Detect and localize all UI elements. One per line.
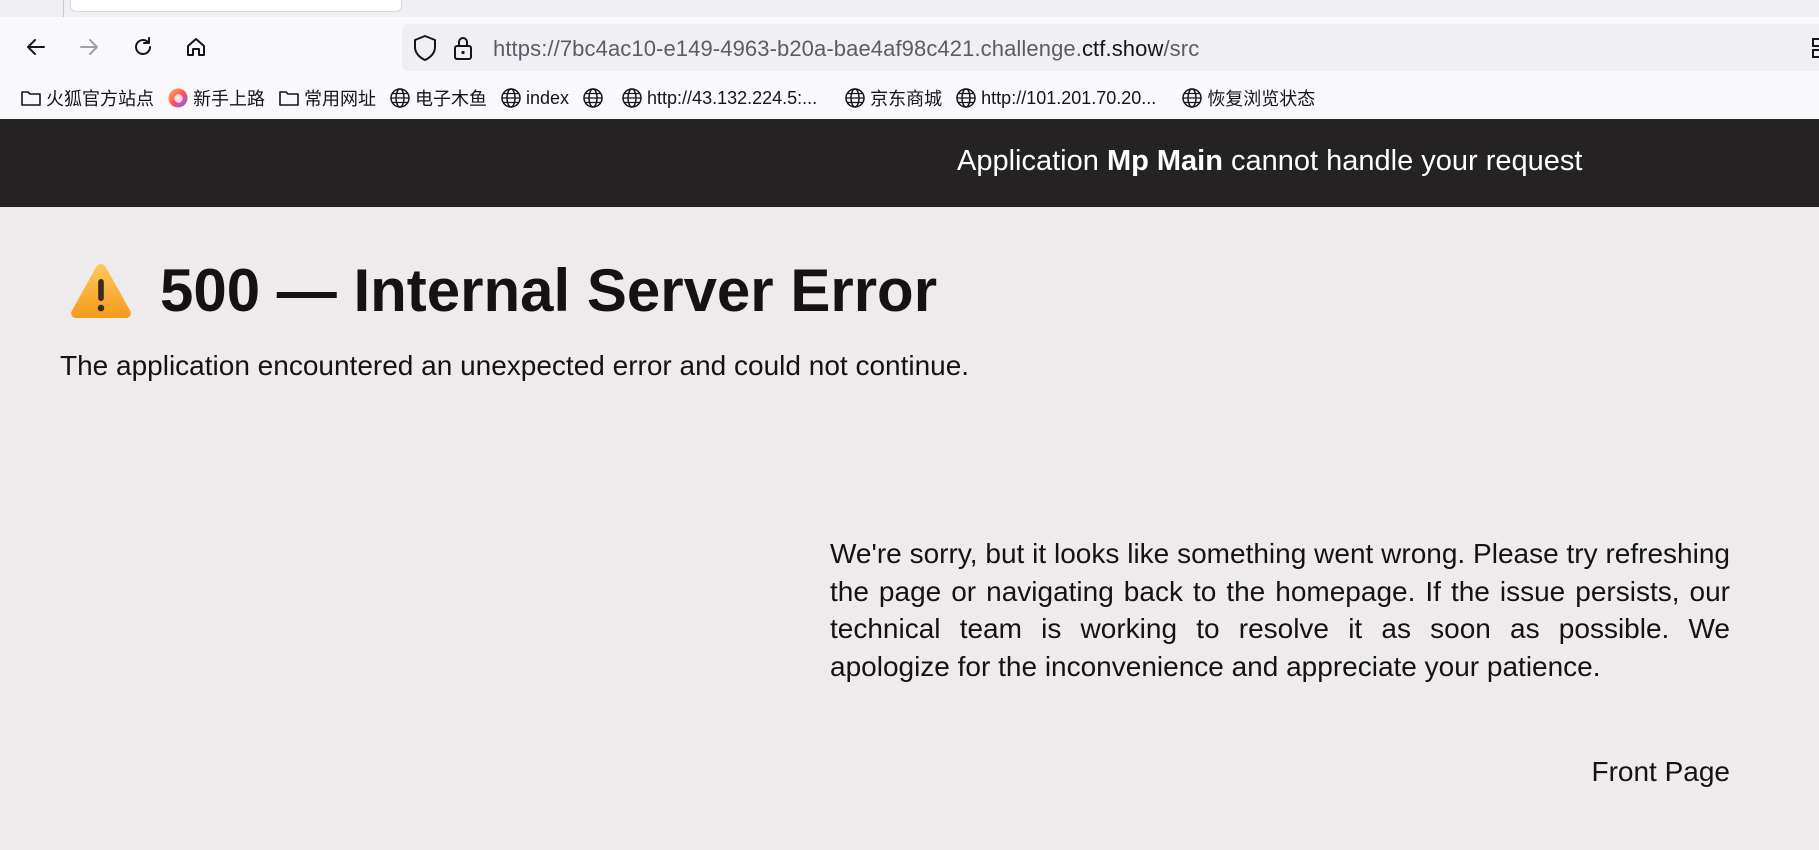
url-prefix: https://7bc4ac10-e149-4963-b20a-bae4af98… <box>493 36 1082 61</box>
bookmark-label: http://43.132.224.5:... <box>647 87 818 108</box>
active-tab-edge[interactable] <box>70 0 402 12</box>
url-text[interactable]: https://7bc4ac10-e149-4963-b20a-bae4af98… <box>493 36 1199 62</box>
reload-button[interactable] <box>125 29 161 65</box>
error-heading: 500 — Internal Server Error <box>68 250 937 330</box>
bookmark-label: 电子木鱼 <box>415 89 487 109</box>
url-domain: ctf.show <box>1081 36 1164 61</box>
globe-icon <box>582 87 604 109</box>
home-button[interactable] <box>178 29 214 65</box>
back-arrow-icon <box>27 39 45 55</box>
bookmark-item[interactable]: 常用网址 <box>276 83 381 113</box>
bookmark-label: 常用网址 <box>304 89 376 109</box>
tracking-protection-shield-icon[interactable] <box>412 34 438 62</box>
app-name: Mp Main <box>1106 145 1223 177</box>
tab-strip <box>0 0 1819 17</box>
globe-icon <box>621 87 643 109</box>
bookmark-label: 恢复浏览状态 <box>1207 89 1316 109</box>
bookmark-label: http://101.201.70.20... <box>981 87 1157 108</box>
app-header-message: Application Mp Main cannot handle your r… <box>957 145 1582 178</box>
globe-icon <box>1181 87 1203 109</box>
reload-icon <box>135 37 151 55</box>
forward-button[interactable] <box>71 29 107 65</box>
globe-icon <box>389 87 411 109</box>
bookmark-label: 京东商城 <box>870 89 943 109</box>
bookmark-label: index <box>526 87 570 108</box>
lock-icon[interactable] <box>452 35 474 61</box>
tab-separator <box>63 0 64 17</box>
globe-icon <box>844 87 866 109</box>
bookmark-label: 火狐官方站点 <box>46 89 154 109</box>
bookmark-item[interactable]: http://101.201.70.20... <box>953 83 1161 113</box>
bookmark-item[interactable]: 电子木鱼 <box>387 83 492 113</box>
bookmark-item[interactable]: http://43.132.224.5:... <box>619 83 822 113</box>
apology-message: We're sorry, but it looks like something… <box>830 538 1730 682</box>
globe-icon <box>500 87 522 109</box>
header-suffix: cannot handle your request <box>1222 145 1583 177</box>
bookmark-label: 新手上路 <box>193 89 265 109</box>
bookmark-item[interactable]: 新手上路 <box>165 83 270 113</box>
address-bar[interactable]: https://7bc4ac10-e149-4963-b20a-bae4af98… <box>402 24 1819 71</box>
home-icon <box>187 38 205 56</box>
folder-icon <box>20 87 42 109</box>
front-page-link[interactable]: Front Page <box>1500 756 1730 788</box>
app-header: Application Mp Main cannot handle your r… <box>0 119 1819 207</box>
bookmark-item[interactable]: index <box>498 83 574 113</box>
bookmark-item[interactable]: 京东商城 <box>842 83 947 113</box>
header-prefix: Application <box>957 145 1107 177</box>
error-subtitle: The application encountered an unexpecte… <box>60 350 970 381</box>
url-path: /src <box>1163 36 1200 61</box>
forward-arrow-icon <box>80 39 98 55</box>
bookmarks-toolbar: 火狐官方站点 新手上路 常用网址 电子木鱼 index http://43.13… <box>0 77 1819 119</box>
firefox-icon <box>167 87 189 109</box>
bookmark-item[interactable]: 火狐官方站点 <box>18 83 159 113</box>
globe-icon <box>955 87 977 109</box>
bookmark-item[interactable] <box>580 83 613 113</box>
qr-code-icon[interactable] <box>1812 38 1819 58</box>
back-button[interactable] <box>18 29 54 65</box>
error-title: 500 — Internal Server Error <box>160 256 938 324</box>
bookmark-item[interactable]: 恢复浏览状态 <box>1179 83 1320 113</box>
folder-icon <box>278 87 300 109</box>
warning-icon <box>71 264 131 318</box>
navigation-toolbar: https://7bc4ac10-e149-4963-b20a-bae4af98… <box>0 17 1819 77</box>
